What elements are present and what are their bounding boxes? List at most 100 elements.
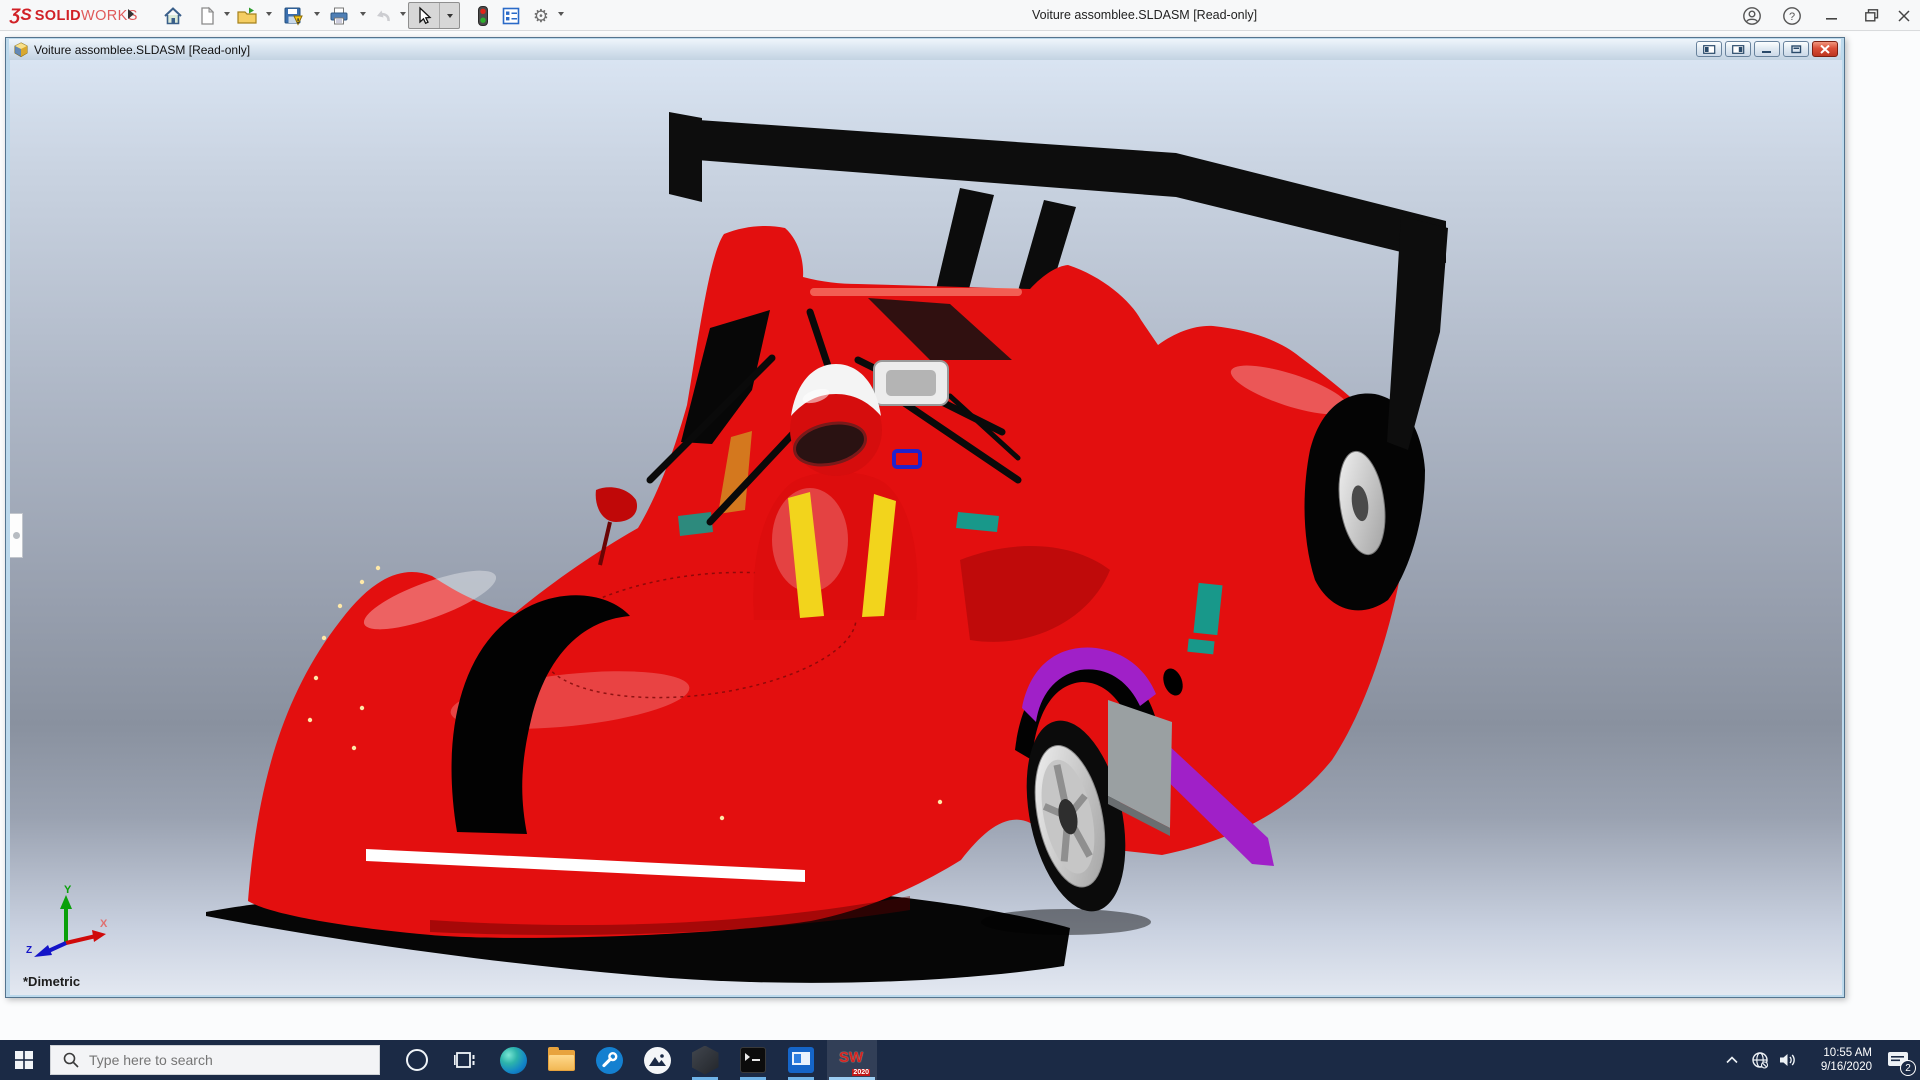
open-button[interactable] (234, 3, 260, 28)
rebuild-button[interactable] (470, 3, 496, 28)
tray-network-button[interactable] (1746, 1040, 1774, 1080)
document-window: Voiture assomblee.SLDASM [Read-only] Y X… (5, 37, 1845, 998)
open-folder-icon (236, 7, 257, 24)
file-properties-icon (502, 7, 520, 24)
assembly-icon (14, 41, 28, 57)
account-icon (1743, 6, 1761, 25)
taskbar-item-cortana[interactable] (395, 1040, 439, 1080)
windows-logo-icon (15, 1051, 33, 1069)
hexagon-app-icon (691, 1045, 719, 1075)
task-view-icon (454, 1052, 475, 1068)
select-tool-button[interactable] (409, 3, 439, 28)
close-button[interactable] (1884, 0, 1920, 31)
app-window-title: Voiture assomblee.SLDASM [Read-only] (1032, 8, 1258, 22)
gear-icon: ⚙ (532, 5, 550, 26)
save-icon (284, 7, 303, 26)
edge-icon (499, 1046, 527, 1074)
file-properties-button[interactable] (498, 3, 524, 28)
solidworks-2020-icon: SW 2020 (839, 1049, 870, 1076)
doc-pane-right-button[interactable] (1725, 41, 1751, 57)
pane-right-icon (1731, 44, 1744, 54)
chevron-up-icon (1726, 1056, 1738, 1064)
taskbar-item-command-prompt[interactable] (731, 1040, 775, 1080)
search-input[interactable] (89, 1052, 339, 1068)
save-dropdown[interactable] (314, 12, 320, 16)
select-tool-dropdown[interactable] (439, 3, 459, 28)
help-icon: ? (1783, 6, 1801, 25)
print-icon (330, 7, 347, 24)
start-button[interactable] (0, 1040, 48, 1080)
undo-button[interactable] (370, 3, 396, 28)
tray-chevron-button[interactable] (1718, 1040, 1746, 1080)
featuremanager-splitter-tab[interactable] (10, 513, 23, 558)
undo-dropdown[interactable] (400, 12, 406, 16)
taskbar-item-3d-app[interactable] (683, 1040, 727, 1080)
view-orientation-label: *Dimetric (23, 974, 81, 989)
open-dropdown[interactable] (266, 12, 272, 16)
minimize-button[interactable] (1812, 0, 1852, 31)
print-dropdown[interactable] (360, 12, 366, 16)
rearview-mirror (873, 360, 949, 406)
doc-close-icon (1820, 44, 1830, 54)
options-dropdown[interactable] (558, 12, 564, 16)
cortana-icon (406, 1049, 428, 1071)
clock-time: 10:55 AM (1823, 1047, 1872, 1059)
search-icon (63, 1052, 79, 1068)
svg-text:Y: Y (64, 884, 72, 896)
taskbar-item-photos[interactable] (635, 1040, 679, 1080)
select-cursor-icon (419, 5, 432, 24)
windows-taskbar: SW 2020 10:55 AM 9/16/2020 2 (0, 1040, 1920, 1080)
pane-left-icon (1702, 44, 1715, 54)
doc-pane-left-button[interactable] (1696, 41, 1722, 57)
car-assembly-scene (206, 112, 1448, 983)
app-client-area: Voiture assomblee.SLDASM [Read-only] Y X… (0, 32, 1920, 1040)
solidworks-logo-mark: ƷS (10, 5, 32, 24)
tray-volume-button[interactable] (1774, 1040, 1802, 1080)
action-center-button[interactable]: 2 (1876, 1040, 1920, 1080)
taskbar-item-support-tool[interactable] (587, 1040, 631, 1080)
taskbar-item-solidworks[interactable]: SW 2020 (827, 1040, 877, 1080)
file-explorer-icon (547, 1046, 575, 1071)
svg-text:X: X (100, 918, 108, 930)
photos-icon (643, 1046, 671, 1074)
taskbar-item-edge[interactable] (491, 1040, 535, 1080)
save-button[interactable] (280, 3, 306, 28)
select-tool-group (408, 2, 460, 29)
media-app-icon (788, 1047, 814, 1073)
system-tray: 10:55 AM 9/16/2020 2 (1718, 1040, 1920, 1080)
print-button[interactable] (326, 3, 352, 28)
solidworks-logo: ƷS SOLID WORKS (10, 5, 138, 24)
doc-close-button[interactable] (1812, 41, 1838, 57)
notification-count-badge: 2 (1900, 1060, 1916, 1076)
taskbar-search-box[interactable] (50, 1045, 380, 1075)
home-button[interactable] (160, 3, 186, 28)
new-document-icon (201, 6, 215, 25)
splitter-dot-icon (12, 532, 20, 539)
graphics-viewport[interactable]: Y X Z *Dimetric (10, 60, 1842, 995)
undo-icon (377, 10, 390, 21)
svg-text:Z: Z (26, 945, 32, 956)
document-title: Voiture assomblee.SLDASM [Read-only] (34, 42, 251, 57)
doc-restore-button[interactable] (1783, 41, 1809, 57)
taskbar-clock[interactable]: 10:55 AM 9/16/2020 (1802, 1046, 1876, 1074)
wrench-icon (595, 1046, 623, 1074)
menu-expand-arrow-icon[interactable] (128, 9, 134, 19)
svg-text:?: ? (1789, 11, 1795, 23)
orientation-triad: Y X Z (26, 884, 108, 957)
home-icon (164, 6, 182, 24)
new-document-button[interactable] (194, 3, 220, 28)
close-icon (1898, 9, 1910, 22)
doc-restore-icon (1790, 44, 1801, 53)
document-titlebar[interactable]: Voiture assomblee.SLDASM [Read-only] (9, 39, 1841, 60)
globe-no-internet-icon (1752, 1052, 1769, 1069)
taskbar-item-task-view[interactable] (443, 1040, 487, 1080)
account-button[interactable] (1732, 0, 1772, 31)
traffic-light-icon (478, 5, 488, 26)
doc-minimize-button[interactable] (1754, 41, 1780, 57)
help-button[interactable]: ? (1772, 0, 1812, 31)
speaker-icon (1780, 1054, 1795, 1066)
taskbar-item-media-app[interactable] (779, 1040, 823, 1080)
options-button[interactable]: ⚙ (528, 3, 554, 28)
new-document-dropdown[interactable] (224, 12, 230, 16)
taskbar-item-file-explorer[interactable] (539, 1040, 583, 1080)
